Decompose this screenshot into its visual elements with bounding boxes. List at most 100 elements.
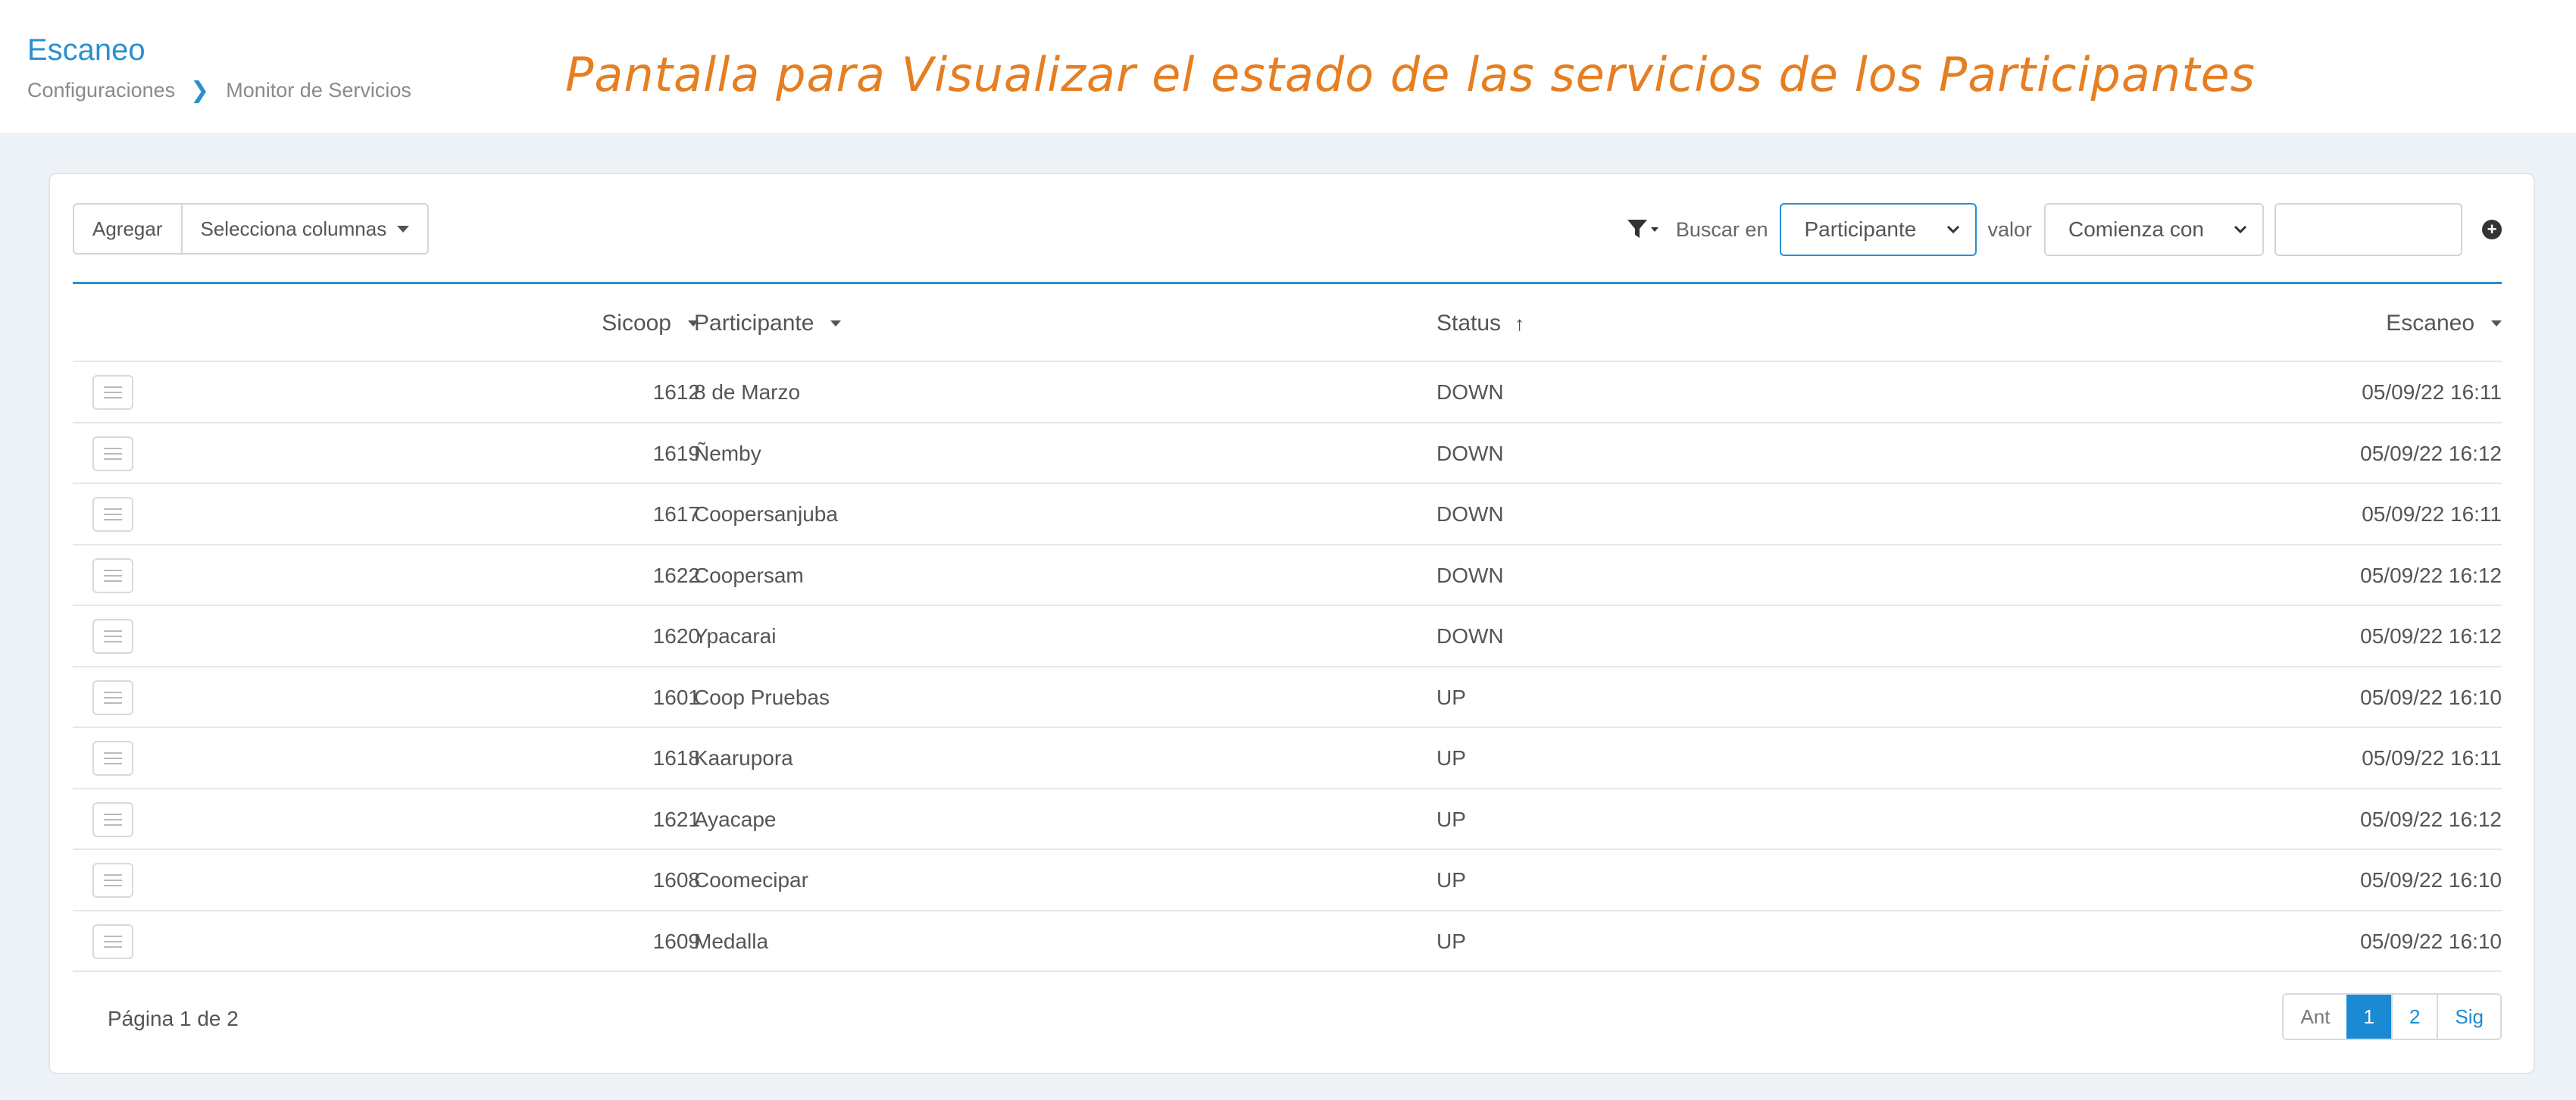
row-menu-icon[interactable] <box>92 863 133 898</box>
pagination-page-2[interactable]: 2 <box>2390 995 2437 1039</box>
cell-status: DOWN <box>1436 380 1504 404</box>
row-menu-icon[interactable] <box>92 375 133 410</box>
cell-participante: Ñemby <box>694 441 761 465</box>
cell-status: UP <box>1436 929 1466 953</box>
filter-icon[interactable] <box>1626 214 1661 245</box>
cell-participante: Coop Pruebas <box>694 685 830 709</box>
toolbar-button-group: Agregar Selecciona columnas <box>73 203 430 255</box>
sort-caret-icon <box>830 320 842 327</box>
table-row: 1620 Ypacarai DOWN 05/09/22 16:12 <box>73 606 2502 667</box>
cell-participante: Medalla <box>694 929 769 953</box>
cell-escaneo: 05/09/22 16:11 <box>2362 502 2502 526</box>
comparator-select[interactable]: Comienza con <box>2044 203 2264 256</box>
pagination-page-1[interactable]: 1 <box>2346 995 2391 1039</box>
cell-participante: Coopersam <box>694 563 804 587</box>
breadcrumb-item-configuraciones[interactable]: Configuraciones <box>27 79 175 102</box>
table-row: 1608 Coomecipar UP 05/09/22 16:10 <box>73 850 2502 911</box>
cell-escaneo: 05/09/22 16:12 <box>2360 441 2502 465</box>
column-header-participante[interactable]: Participante <box>694 311 842 336</box>
row-menu-icon[interactable] <box>92 923 133 959</box>
row-menu-icon[interactable] <box>92 619 133 654</box>
search-value-input[interactable] <box>2274 203 2462 256</box>
add-button[interactable]: Agregar <box>73 203 183 255</box>
table-row: 1618 Kaarupora UP 05/09/22 16:11 <box>73 728 2502 789</box>
cell-escaneo: 05/09/22 16:11 <box>2362 746 2502 770</box>
cell-escaneo: 05/09/22 16:12 <box>2360 563 2502 587</box>
search-area: Buscar en Participante valor Comienza co… <box>1626 203 2502 256</box>
cell-participante: Coopersanjuba <box>694 502 838 526</box>
cell-participante: Coomecipar <box>694 868 808 892</box>
row-menu-icon[interactable] <box>92 741 133 776</box>
cell-status: DOWN <box>1436 502 1504 526</box>
cell-sicoop: 1621 <box>652 807 700 831</box>
caret-down-icon <box>397 225 410 233</box>
search-field-value: Participante <box>1804 217 1917 241</box>
toolbar: Agregar Selecciona columnas Buscar en Pa… <box>73 203 2502 256</box>
cell-participante: Kaarupora <box>694 746 793 770</box>
value-label: valor <box>1987 217 2032 241</box>
cell-sicoop: 1619 <box>652 441 700 465</box>
cell-sicoop: 1609 <box>652 929 700 953</box>
cell-participante: 8 de Marzo <box>694 380 801 404</box>
select-columns-label: Selecciona columnas <box>200 217 387 240</box>
table-row: 1612 8 de Marzo DOWN 05/09/22 16:11 <box>73 362 2502 423</box>
chevron-down-icon <box>1947 225 1960 234</box>
row-menu-icon[interactable] <box>92 680 133 715</box>
sort-asc-icon: ↑ <box>1515 311 1525 335</box>
plus-circle-icon[interactable]: + <box>2482 220 2502 239</box>
cell-escaneo: 05/09/22 16:10 <box>2360 929 2502 953</box>
cell-escaneo: 05/09/22 16:12 <box>2360 624 2502 648</box>
column-header-status[interactable]: Status ↑ <box>1436 311 1524 336</box>
pagination-next-button[interactable]: Sig <box>2437 995 2500 1039</box>
page-header: Escaneo Configuraciones ❯ Monitor de Ser… <box>0 0 2576 133</box>
table-row: 1601 Coop Pruebas UP 05/09/22 16:10 <box>73 667 2502 728</box>
cell-sicoop: 1620 <box>652 624 700 648</box>
cell-status: DOWN <box>1436 624 1504 648</box>
pagination: Ant 1 2 Sig <box>2282 993 2502 1040</box>
row-menu-icon[interactable] <box>92 802 133 837</box>
cell-status: UP <box>1436 746 1466 770</box>
table-panel: Agregar Selecciona columnas Buscar en Pa… <box>48 173 2535 1074</box>
cell-escaneo: 05/09/22 16:10 <box>2360 868 2502 892</box>
cell-escaneo: 05/09/22 16:12 <box>2360 807 2502 831</box>
row-menu-icon[interactable] <box>92 497 133 532</box>
breadcrumb: Configuraciones ❯ Monitor de Servicios <box>27 77 411 104</box>
search-in-label: Buscar en <box>1675 217 1768 241</box>
table-row: 1617 Coopersanjuba DOWN 05/09/22 16:11 <box>73 484 2502 545</box>
cell-escaneo: 05/09/22 16:10 <box>2360 685 2502 709</box>
table-footer: Página 1 de 2 Ant 1 2 Sig <box>73 980 2502 1055</box>
table-row: 1619 Ñemby DOWN 05/09/22 16:12 <box>73 423 2502 484</box>
table-row: 1609 Medalla UP 05/09/22 16:10 <box>73 911 2502 972</box>
chevron-right-icon: ❯ <box>190 78 210 103</box>
table-row: 1622 Coopersam DOWN 05/09/22 16:12 <box>73 545 2502 606</box>
row-menu-icon[interactable] <box>92 436 133 471</box>
cell-status: UP <box>1436 807 1466 831</box>
cell-sicoop: 1608 <box>652 868 700 892</box>
sort-caret-icon <box>2491 320 2502 327</box>
column-header-sicoop[interactable]: Sicoop <box>602 311 699 336</box>
column-header-escaneo[interactable]: Escaneo <box>2386 311 2502 336</box>
cell-sicoop: 1601 <box>652 685 700 709</box>
pagination-prev-button[interactable]: Ant <box>2284 995 2347 1039</box>
cell-sicoop: 1618 <box>652 746 700 770</box>
page-title: Escaneo <box>27 33 145 67</box>
cell-escaneo: 05/09/22 16:11 <box>2362 380 2502 404</box>
table-header: Sicoop Participante Status ↑ Escaneo <box>73 288 2502 362</box>
cell-participante: Ypacarai <box>694 624 777 648</box>
chevron-down-icon <box>2234 225 2247 234</box>
search-field-select[interactable]: Participante <box>1780 203 1977 256</box>
cell-status: UP <box>1436 685 1466 709</box>
cell-status: UP <box>1436 868 1466 892</box>
cell-participante: Ayacape <box>694 807 777 831</box>
comparator-value: Comienza con <box>2068 217 2204 241</box>
select-columns-button[interactable]: Selecciona columnas <box>182 203 430 255</box>
breadcrumb-item-monitor: Monitor de Servicios <box>226 79 411 102</box>
annotation-text: Pantalla para Visualizar el estado de la… <box>565 47 2256 102</box>
services-table: Sicoop Participante Status ↑ Escaneo 161… <box>73 288 2502 972</box>
page-info: Página 1 de 2 <box>108 1007 239 1030</box>
cell-sicoop: 1612 <box>652 380 700 404</box>
row-menu-icon[interactable] <box>92 558 133 593</box>
cell-sicoop: 1617 <box>652 502 700 526</box>
cell-status: DOWN <box>1436 563 1504 587</box>
cell-status: DOWN <box>1436 441 1504 465</box>
